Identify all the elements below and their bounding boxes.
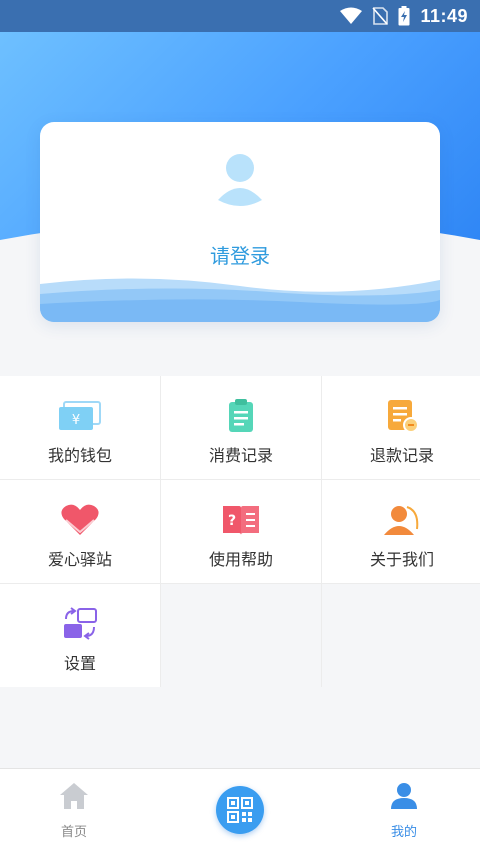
person-icon xyxy=(391,783,417,809)
menu-item-wallet[interactable]: ¥ 我的钱包 xyxy=(0,376,160,479)
menu-item-label: 关于我们 xyxy=(369,550,434,569)
heart-icon xyxy=(61,504,99,535)
menu-grid: ¥ 我的钱包 消费记录 退款记录 爱心驿站 ? 使用帮助 关于我们 设置 xyxy=(0,376,480,687)
home-icon xyxy=(60,783,88,809)
wallet-icon: ¥ xyxy=(59,401,101,430)
help-book-icon: ? xyxy=(223,506,259,535)
tab-mine[interactable]: 我的 xyxy=(364,781,444,840)
qr-code-icon xyxy=(227,797,253,823)
menu-item-label: 使用帮助 xyxy=(208,550,273,569)
bottom-tab-bar: 首页 我的 xyxy=(0,768,480,854)
menu-item-about[interactable]: 关于我们 xyxy=(322,480,480,583)
menu-item-refund[interactable]: 退款记录 xyxy=(322,376,480,479)
tab-mine-label: 我的 xyxy=(390,825,417,840)
tab-home[interactable]: 首页 xyxy=(34,781,114,840)
menu-item-settings[interactable]: 设置 xyxy=(0,584,160,687)
battery-charging-icon xyxy=(398,6,410,26)
tab-home-label: 首页 xyxy=(60,825,87,840)
settings-icon xyxy=(64,607,97,640)
no-sim-icon xyxy=(372,7,389,25)
user-avatar-icon[interactable] xyxy=(216,152,264,208)
svg-text:¥: ¥ xyxy=(72,413,80,428)
menu-item-help[interactable]: ? 使用帮助 xyxy=(161,480,321,583)
login-link[interactable]: 请登录 xyxy=(40,240,440,269)
menu-item-label: 退款记录 xyxy=(369,446,434,465)
grid-empty-space xyxy=(322,584,480,687)
about-us-icon xyxy=(384,506,419,535)
wifi-icon xyxy=(340,7,363,24)
profile-card: 请登录 xyxy=(40,122,440,322)
clipboard-icon xyxy=(229,399,253,432)
menu-item-label: 我的钱包 xyxy=(47,446,112,465)
refund-document-icon xyxy=(388,400,419,433)
menu-item-label: 设置 xyxy=(63,654,96,673)
menu-item-consumption[interactable]: 消费记录 xyxy=(161,376,321,479)
grid-empty-space xyxy=(161,584,321,687)
menu-item-love-station[interactable]: 爱心驿站 xyxy=(0,480,160,583)
card-waves xyxy=(40,278,440,322)
status-time: 11:49 xyxy=(420,5,468,26)
status-bar: 11:49 xyxy=(0,0,480,32)
menu-item-label: 爱心驿站 xyxy=(47,550,112,569)
svg-text:?: ? xyxy=(228,513,236,529)
scan-button[interactable] xyxy=(216,786,264,834)
menu-item-label: 消费记录 xyxy=(208,446,273,465)
